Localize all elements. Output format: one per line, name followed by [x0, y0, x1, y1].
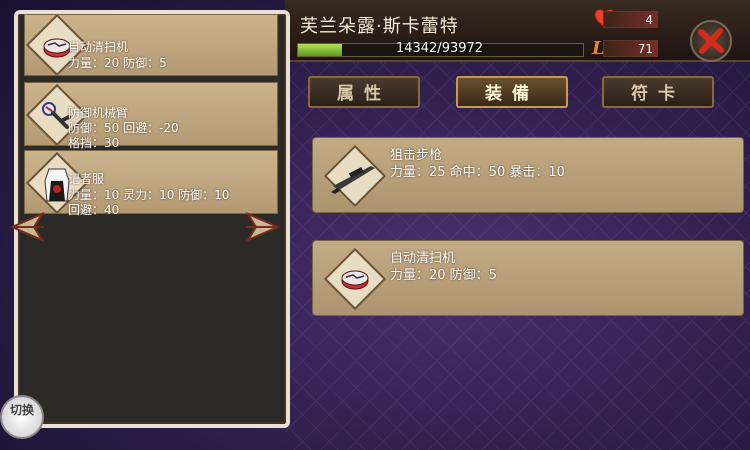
arrow-left-icon[interactable]	[6, 210, 46, 244]
tab-spell-cards[interactable]: 符卡	[602, 76, 714, 108]
equipped-slot[interactable]	[312, 240, 744, 316]
inventory-item-stats: 格挡：30	[68, 136, 120, 150]
sniper-rifle-icon	[331, 166, 375, 194]
switch-button[interactable]: 切换	[0, 395, 44, 439]
inventory-item[interactable]	[24, 150, 278, 215]
robot-vacuum-icon	[341, 270, 369, 290]
equipped-item-stats: 力量：25 命中：50 暴击：10	[390, 165, 565, 180]
exp-text: 14342/93972	[395, 41, 484, 56]
character-name: 芙兰朵露·斯卡蕾特	[300, 16, 459, 37]
tab-attributes[interactable]: 属性	[308, 76, 420, 108]
close-button[interactable]	[690, 20, 732, 62]
inventory-item[interactable]	[24, 82, 278, 147]
level-value: 71	[603, 40, 658, 57]
hearts-count: 4	[603, 11, 658, 28]
tab-equipment[interactable]: 装備	[456, 76, 568, 108]
inventory-item-stats: 回避：40	[68, 203, 120, 217]
equipped-item-stats: 力量：20 防御：5	[390, 268, 497, 283]
close-icon	[698, 28, 724, 54]
inventory-item-stats: 力量：20 防御：5	[68, 56, 167, 70]
inventory-item-name: 记者服	[68, 172, 105, 186]
inventory-item-name: 自动清扫机	[68, 40, 129, 54]
arrow-right-icon[interactable]	[244, 210, 284, 244]
